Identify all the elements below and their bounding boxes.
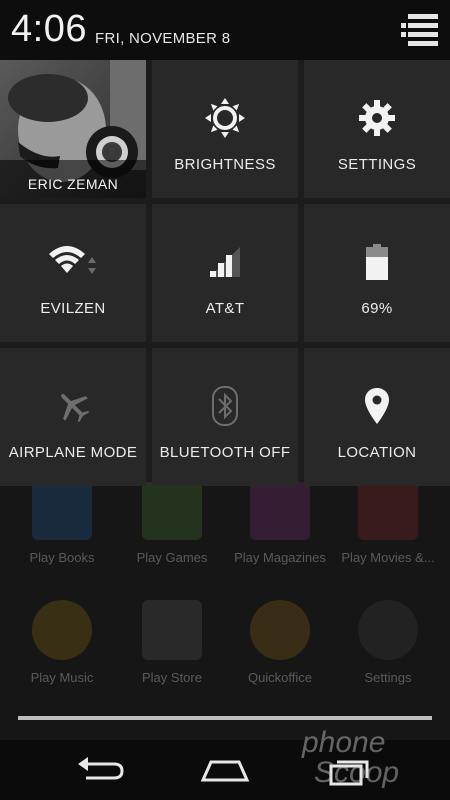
app-label: Quickoffice [247,670,313,685]
gear-icon [359,100,395,136]
bluetooth-label: BLUETOOTH OFF [159,444,291,461]
settings-label: SETTINGS [337,156,417,173]
app-label: Play Books [29,550,95,565]
back-button[interactable] [70,752,130,788]
wifi-network-label: EVILZEN [40,300,106,317]
notification-list-icon [401,14,438,46]
user-name: ERIC ZEMAN [27,176,119,192]
app-label: Play Movies &... [341,550,435,565]
app-play-magazines: Play Magazines [230,480,330,565]
play-games-icon [142,480,202,540]
settings-app-icon [358,600,418,660]
wifi-icon [49,246,96,274]
bluetooth-tile[interactable]: BLUETOOTH OFF [152,348,298,486]
app-play-music: Play Music [12,600,112,685]
phonescoop-watermark-logo: phone Scoop [301,726,399,789]
app-play-store: Play Store [122,600,222,685]
brightness-tile[interactable]: BRIGHTNESS [152,60,298,198]
app-label: Play Store [142,670,202,685]
svg-text:Scoop: Scoop [314,756,399,789]
app-play-movies: Play Movies &... [338,480,438,565]
play-store-icon [142,600,202,660]
brightness-icon [205,98,245,138]
battery-percent-label: 69% [361,300,393,317]
mobile-data-tile[interactable]: AT&T [152,204,298,342]
wifi-tile[interactable]: EVILZEN [0,204,146,342]
location-label: LOCATION [337,444,417,461]
airplane-mode-tile[interactable]: AIRPLANE MODE [0,348,146,486]
carrier-label: AT&T [205,300,245,317]
play-books-icon [32,480,92,540]
svg-text:phone: phone [301,726,385,759]
play-music-icon [32,600,92,660]
app-settings: Settings [338,600,438,685]
battery-tile[interactable]: 69% [304,204,450,342]
app-label: Play Games [136,550,208,565]
app-quickoffice: Quickoffice [230,600,330,685]
battery-fill [366,257,388,280]
settings-tile[interactable]: SETTINGS [304,60,450,198]
home-icon [200,760,250,782]
brightness-label: BRIGHTNESS [174,156,276,173]
app-label: Play Music [30,670,94,685]
clock: 4:06 [11,8,87,50]
cell-signal-icon [210,247,240,277]
bluetooth-icon [212,386,238,426]
status-bar: 4:06 FRI, NOVEMBER 8 [0,0,450,60]
home-button[interactable] [195,752,255,788]
back-icon [78,757,124,780]
play-magazines-icon [250,480,310,540]
notifications-toggle-button[interactable] [400,12,440,48]
location-pin-icon [365,388,389,424]
airplane-mode-label: AIRPLANE MODE [8,444,138,461]
app-label: Play Magazines [234,550,326,565]
airplane-icon [61,394,90,423]
user-tile[interactable]: ERIC ZEMAN [0,60,146,198]
location-tile[interactable]: LOCATION [304,348,450,486]
quickoffice-icon [250,600,310,660]
quick-settings-panel: ERIC ZEMAN BRIGHTNESS SETTINGS EVILZEN A… [0,60,450,486]
play-movies-icon [358,480,418,540]
app-play-books: Play Books [12,480,112,565]
app-play-games: Play Games [122,480,222,565]
battery-icon [366,244,388,280]
app-label: Settings [364,670,412,685]
date-label: FRI, NOVEMBER 8 [95,30,231,47]
